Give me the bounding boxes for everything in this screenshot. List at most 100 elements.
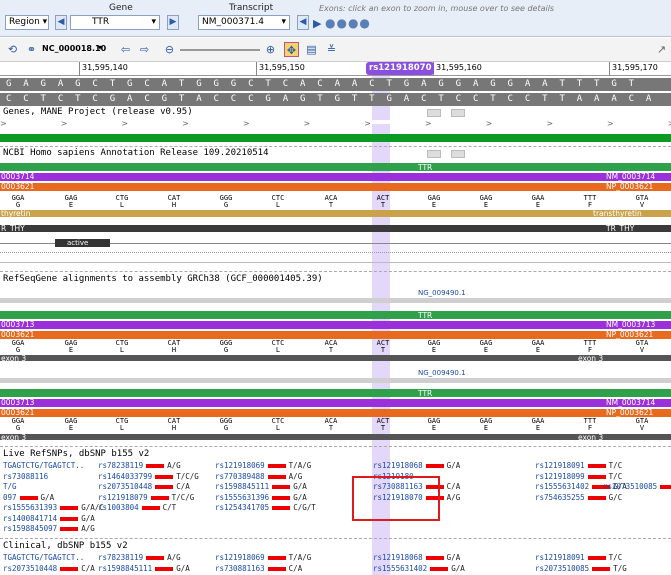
- snp-entry[interactable]: rs78238119 A/G: [98, 553, 181, 562]
- snp-entry[interactable]: rs1464033799 T/C/G: [98, 472, 199, 481]
- snp-entry[interactable]: rs2073510085T/G: [535, 564, 627, 573]
- snp-entry[interactable]: rs1598845111 G/A: [98, 564, 190, 573]
- track-close-icon[interactable]: [451, 109, 465, 117]
- zoom-out-icon[interactable]: ⊖: [162, 42, 177, 57]
- snp-entry[interactable]: rs1254341705 C/G/T: [215, 503, 316, 512]
- snp-entry[interactable]: rs1598845111 G/A: [215, 482, 307, 491]
- snp-entry[interactable]: TGAGTCTG/TGAGTCT..: [3, 553, 84, 562]
- snp-entry[interactable]: rs1003804 C/T: [98, 503, 176, 512]
- link-icon[interactable]: ⚭: [24, 42, 39, 57]
- snp-entry[interactable]: rs2073510448 C/A: [98, 482, 190, 491]
- exon-bar-2[interactable]: [0, 434, 671, 440]
- selected-variant-marker[interactable]: rs121918070: [366, 62, 435, 75]
- fullscreen-icon[interactable]: ↗: [654, 42, 669, 57]
- transcript-label-left: 0003714: [1, 172, 35, 181]
- snp-entry[interactable]: rs1555631393 G/A/C: [3, 503, 104, 512]
- ng-label-1[interactable]: NG_009490.1: [418, 289, 466, 297]
- snp-entry[interactable]: rs121918069 T/A/G: [215, 553, 311, 562]
- gene-prev-button[interactable]: ◀: [55, 15, 67, 30]
- base: G: [127, 79, 133, 89]
- snp-entry[interactable]: rs730881163 C/A: [215, 564, 302, 573]
- transcript-prev-button[interactable]: ◀: [297, 15, 309, 30]
- snp-entry[interactable]: rs73088116: [3, 472, 48, 481]
- snp-entry[interactable]: TGAGTCTG/TGAGTCT..: [3, 461, 84, 470]
- codon: TTT F: [583, 194, 597, 209]
- protein-np-bar-3[interactable]: [0, 409, 671, 417]
- snp-entry[interactable]: rs121918099 T/C: [535, 472, 622, 481]
- snp-entry[interactable]: rs121918091 T/C: [535, 461, 622, 470]
- region-feature-bar[interactable]: [0, 225, 671, 232]
- snp-entry[interactable]: rs1555631402 G/A: [373, 564, 465, 573]
- track-settings-icon[interactable]: [427, 109, 441, 117]
- gene-select[interactable]: TTR ▾: [70, 15, 160, 30]
- ruler-mark: 31,595,140: [79, 62, 128, 76]
- transcript-nm3-bar[interactable]: [0, 399, 671, 407]
- collapse-icon[interactable]: ≚: [324, 42, 339, 57]
- snp-entry[interactable]: rs78238119 A/G: [98, 461, 181, 470]
- transcript-nm2-bar[interactable]: [0, 321, 671, 329]
- gene-ttr-bar-3[interactable]: [0, 389, 671, 397]
- protein-np-bar[interactable]: [0, 183, 671, 191]
- zoom-in-icon[interactable]: ⊕: [263, 42, 278, 57]
- active-site[interactable]: active: [55, 239, 110, 247]
- snp-entry[interactable]: rs121918079 T/C/G: [98, 493, 194, 502]
- snp-entry[interactable]: rs2073510085T/G: [603, 482, 671, 491]
- gene-ttr-label-3: TTR: [418, 389, 433, 398]
- protein-feature-bar[interactable]: [0, 210, 671, 217]
- refresh-icon[interactable]: ⟲: [5, 42, 20, 57]
- snp-entry[interactable]: rs2073510448 C/A: [3, 564, 95, 573]
- tracks-icon[interactable]: ▤: [304, 42, 319, 57]
- base: T: [576, 79, 583, 89]
- gene-ttr-bar-2[interactable]: [0, 311, 671, 319]
- snp-entry[interactable]: T/G: [3, 482, 17, 491]
- exon-dots[interactable]: ●●●●: [325, 16, 371, 30]
- snp-entry[interactable]: rs121918068 G/A: [373, 553, 460, 562]
- base: A: [299, 79, 306, 89]
- gene-next-button[interactable]: ▶: [167, 15, 179, 30]
- protein-np-bar-2[interactable]: [0, 331, 671, 339]
- base: G: [161, 94, 168, 104]
- alignment-bar[interactable]: [0, 298, 671, 303]
- snp-entry[interactable]: rs121918091 T/C: [535, 553, 622, 562]
- base: A: [334, 79, 340, 89]
- variant-highlight-box: [352, 476, 440, 521]
- base: T: [369, 94, 375, 104]
- snp-entry[interactable]: rs770389488 A/G: [215, 472, 302, 481]
- base: T: [317, 94, 323, 104]
- base: C: [472, 94, 479, 104]
- exon-nav-next[interactable]: ▶: [313, 17, 321, 30]
- codon: GTA V: [635, 194, 649, 209]
- ng-label-2[interactable]: NG_009490.1: [418, 369, 466, 377]
- forward-icon[interactable]: ⇨: [137, 42, 152, 57]
- transcript-nm-bar[interactable]: [0, 173, 671, 181]
- zoom-slider[interactable]: [180, 49, 260, 51]
- snp-entry[interactable]: rs121918069 T/A/G: [215, 461, 311, 470]
- accession-dropdown-icon[interactable]: ▾: [98, 43, 102, 52]
- track-title-live-snps: Live RefSNPs, dbSNP b155 v2: [3, 449, 150, 459]
- gene-ttr-bar[interactable]: [0, 163, 671, 171]
- separator: [0, 446, 671, 447]
- mane-gene-bar[interactable]: [0, 134, 671, 142]
- track-close-icon[interactable]: [451, 150, 465, 158]
- snp-entry[interactable]: rs1400841714 G/A: [3, 514, 95, 523]
- codon: ACT T: [376, 339, 390, 354]
- snp-entry[interactable]: rs121918068 G/A: [373, 461, 460, 470]
- base: G: [75, 79, 81, 89]
- transcript-select[interactable]: NM_000371.4 ▾: [198, 15, 290, 30]
- alignment-bar-2[interactable]: [0, 378, 671, 383]
- tools-icon[interactable]: ✥: [284, 42, 299, 57]
- transcript3-label-right: NM_0003714: [606, 398, 656, 407]
- back-icon[interactable]: ⇦: [118, 42, 133, 57]
- region-select[interactable]: Region ▾: [5, 15, 49, 30]
- snp-entry[interactable]: rs754635255 G/C: [535, 493, 622, 502]
- snp-entry[interactable]: rs1555631396 G/A: [215, 493, 307, 502]
- base: C: [213, 94, 219, 104]
- snp-entry[interactable]: rs1598845097 A/G: [3, 524, 95, 533]
- base: T: [386, 79, 392, 89]
- toolbar: ⟲ ⚭ NC_000018.10 ▾ ⇦ ⇨ ⊖ ⊕ ✥ ▤ ≚ ↗: [0, 38, 671, 62]
- exon-bar[interactable]: [0, 355, 671, 361]
- codon: GAG E: [64, 417, 78, 432]
- snp-entry[interactable]: 097 G/A: [3, 493, 54, 502]
- track-settings-icon[interactable]: [427, 150, 441, 158]
- transcript2-label-left: 0003713: [1, 320, 35, 329]
